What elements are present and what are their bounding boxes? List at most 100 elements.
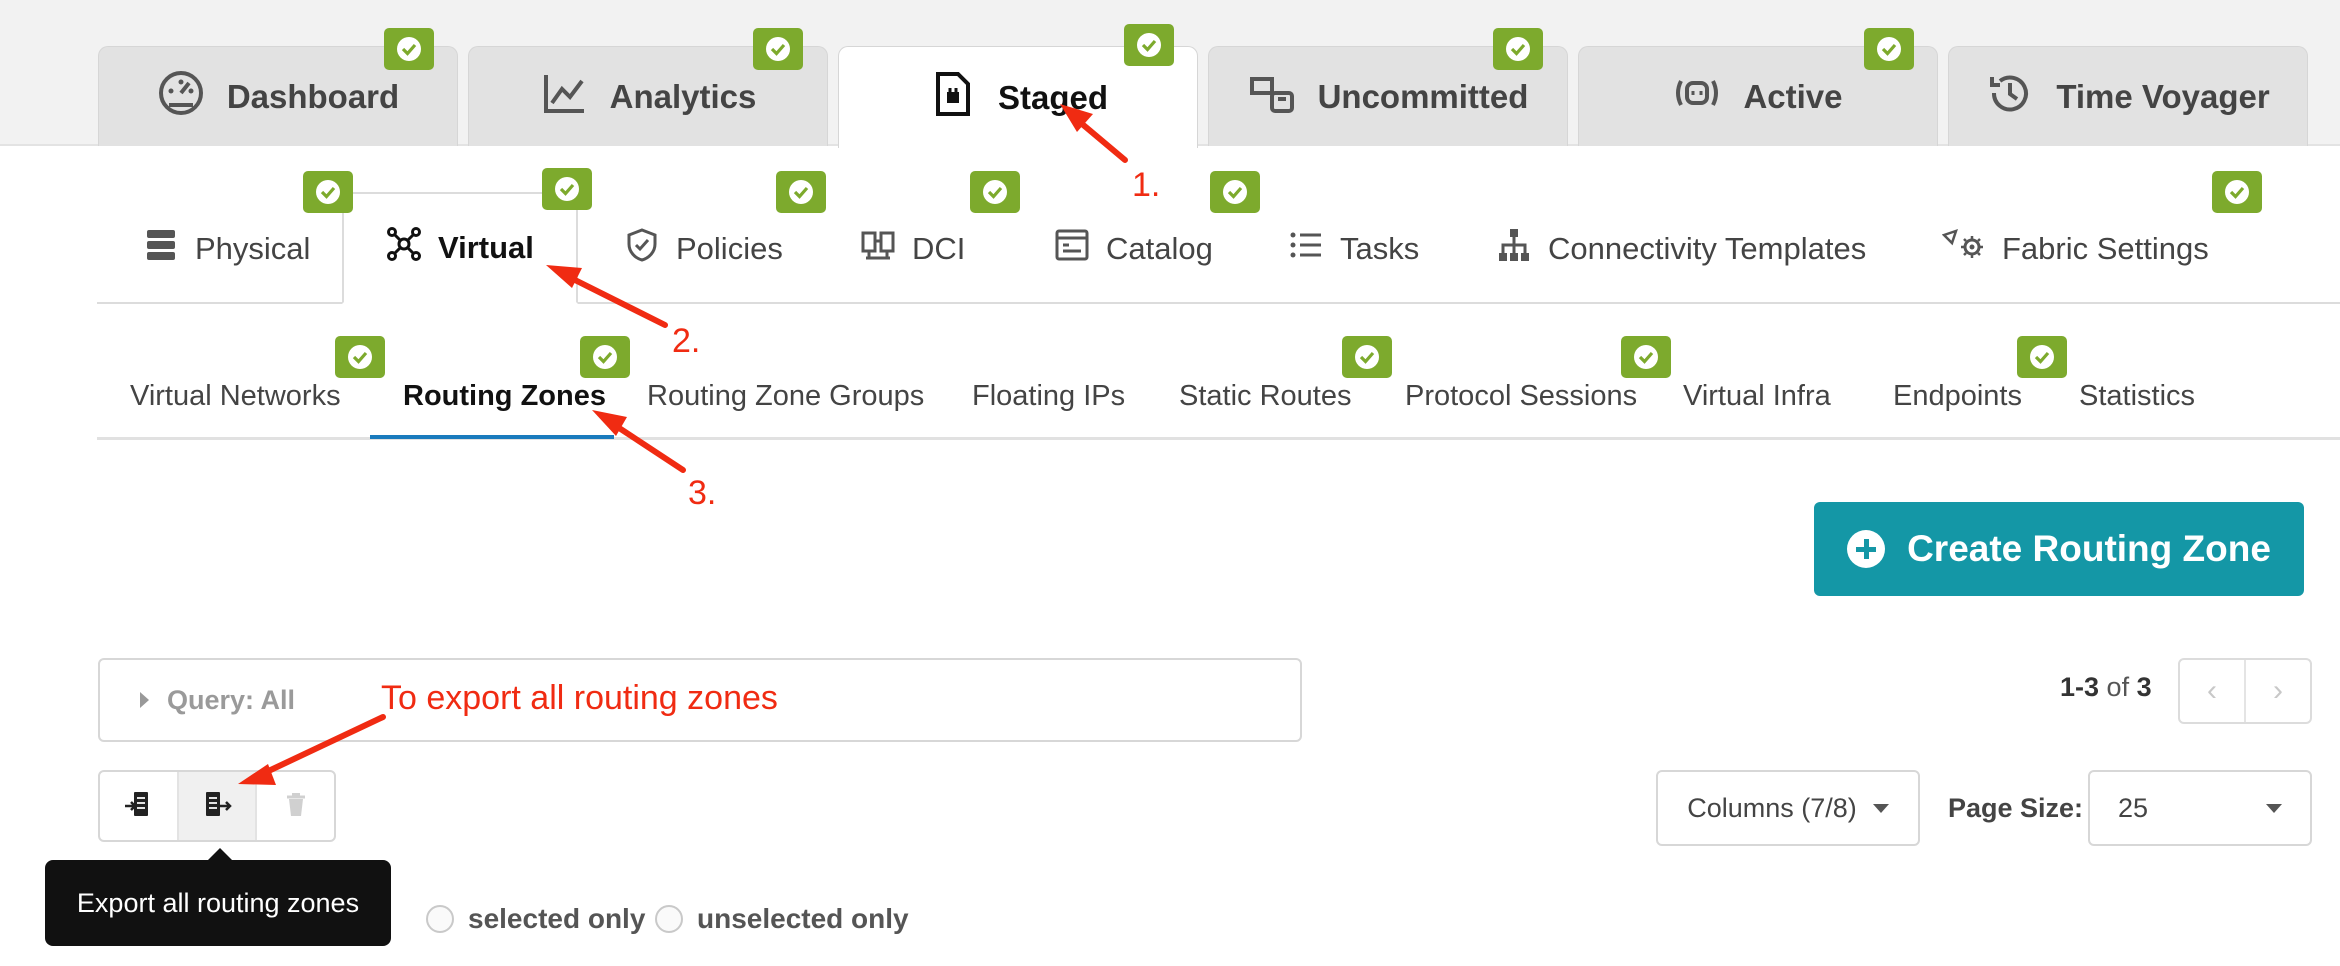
radio-circle <box>426 905 454 933</box>
dci-icon <box>860 227 896 271</box>
create-routing-zone-button[interactable]: Create Routing Zone <box>1814 502 2304 596</box>
tab-virtual-networks[interactable]: Virtual Networks <box>130 380 341 413</box>
previous-page-button[interactable]: ‹ <box>2180 660 2244 722</box>
active-broadcast-icon <box>1673 69 1721 125</box>
export-icon <box>202 789 232 824</box>
pagination-summary: 1-3 of 3 <box>2060 672 2152 703</box>
caret-down-icon <box>2266 803 2282 813</box>
history-icon <box>1986 69 2034 125</box>
tab-active-label: Active <box>1743 77 1843 115</box>
tooltip-text: Export all routing zones <box>76 887 360 918</box>
query-label: Query: All <box>167 684 296 715</box>
tab-statistics[interactable]: Statistics <box>2079 380 2195 413</box>
tab-policies[interactable]: Policies <box>624 194 783 304</box>
chevron-left-icon: ‹ <box>2207 674 2217 707</box>
tab-virtual[interactable]: Virtual <box>342 192 578 304</box>
tab-protocol-sessions[interactable]: Protocol Sessions <box>1405 380 1637 413</box>
tab-tasks-label: Tasks <box>1340 231 1420 266</box>
annotation-export-note: To export all routing zones <box>381 679 778 717</box>
check-badge-icon <box>542 168 592 210</box>
server-stack-icon <box>143 227 179 271</box>
columns-label: Columns (7/8) <box>1687 792 1857 823</box>
tab-dashboard-label: Dashboard <box>226 77 400 115</box>
tab-virtual-label: Virtual <box>438 230 534 265</box>
staged-file-icon <box>928 70 976 126</box>
app-page: Dashboard Analytics Staged Uncommitted A… <box>0 0 2340 966</box>
tab-physical-label: Physical <box>195 231 311 266</box>
import-icon <box>123 789 153 824</box>
tab-policies-label: Policies <box>676 231 783 266</box>
tab-static-routes[interactable]: Static Routes <box>1179 380 1351 413</box>
tab-fabric-settings[interactable]: Fabric Settings <box>1941 194 2209 304</box>
tab-tasks[interactable]: Tasks <box>1288 194 1419 304</box>
tab-virtual-infra[interactable]: Virtual Infra <box>1683 380 1831 413</box>
delete-button[interactable] <box>255 772 334 840</box>
plus-circle-icon <box>1847 530 1886 568</box>
fabric-gear-icon <box>1941 227 1986 271</box>
export-all-button[interactable] <box>176 772 256 840</box>
trash-icon <box>281 789 311 824</box>
network-nodes-icon <box>386 226 422 270</box>
list-icon <box>1288 227 1324 271</box>
tab-time-voyager-label: Time Voyager <box>2056 77 2270 115</box>
annotation-step-2: 2. <box>672 322 701 360</box>
check-badge-icon <box>1342 336 1392 378</box>
check-badge-icon <box>335 336 385 378</box>
pagination-total: 3 <box>2136 672 2152 702</box>
check-badge-icon <box>970 171 1020 213</box>
filter-unselected-only-label: unselected only <box>697 903 909 934</box>
shield-check-icon <box>624 227 660 271</box>
check-badge-icon <box>776 171 826 213</box>
active-tab-underline <box>370 435 614 439</box>
hierarchy-icon <box>1496 227 1532 271</box>
check-badge-icon <box>303 171 353 213</box>
tab-physical[interactable]: Physical <box>143 194 310 304</box>
columns-dropdown[interactable]: Columns (7/8) <box>1656 770 1920 846</box>
caret-down-icon <box>1872 803 1889 813</box>
page-size-label: Page Size: <box>1948 793 2084 823</box>
check-badge-icon <box>1621 336 1671 378</box>
tab-uncommitted-label: Uncommitted <box>1317 77 1529 115</box>
pagination-range: 1-3 <box>2060 672 2100 702</box>
pagination-controls: ‹ › <box>2178 658 2312 724</box>
check-badge-icon <box>2212 171 2262 213</box>
check-badge-icon <box>1124 24 1174 66</box>
filter-selected-only-radio[interactable]: selected only <box>426 903 645 935</box>
caret-right-icon <box>140 692 149 708</box>
annotation-step-1: 1. <box>1132 166 1161 204</box>
tab-connectivity-templates-label: Connectivity Templates <box>1548 231 1867 266</box>
next-page-button[interactable]: › <box>2244 660 2310 722</box>
line-chart-icon <box>540 69 588 125</box>
gauge-icon <box>157 69 205 125</box>
check-badge-icon <box>1210 171 1260 213</box>
table-action-toolbar <box>98 770 336 842</box>
create-routing-zone-label: Create Routing Zone <box>1907 528 2271 569</box>
page-size-select[interactable]: 25 <box>2088 770 2312 846</box>
check-badge-icon <box>1864 28 1914 70</box>
filter-selected-only-label: selected only <box>468 903 646 934</box>
check-badge-icon <box>753 28 803 70</box>
tab-floating-ips[interactable]: Floating IPs <box>972 380 1125 413</box>
tab-time-voyager[interactable]: Time Voyager <box>1948 46 2308 146</box>
export-tooltip: Export all routing zones <box>45 860 391 946</box>
check-badge-icon <box>580 336 630 378</box>
tab-staged-label: Staged <box>997 78 1109 116</box>
tab-endpoints[interactable]: Endpoints <box>1893 380 2022 413</box>
tab-connectivity-templates[interactable]: Connectivity Templates <box>1496 194 1866 304</box>
tab-catalog[interactable]: Catalog <box>1054 194 1213 304</box>
tab-catalog-label: Catalog <box>1106 231 1213 266</box>
uncommitted-icon <box>1248 69 1296 125</box>
pagination-of: of <box>2106 672 2130 702</box>
tab-dci-label: DCI <box>912 231 966 266</box>
tab-routing-zones[interactable]: Routing Zones <box>403 380 606 413</box>
check-badge-icon <box>384 28 434 70</box>
annotation-step-3: 3. <box>688 474 717 512</box>
page-size-value: 25 <box>2118 792 2149 823</box>
catalog-icon <box>1054 227 1090 271</box>
tab-routing-zone-groups[interactable]: Routing Zone Groups <box>647 380 924 413</box>
filter-unselected-only-radio[interactable]: unselected only <box>655 903 909 935</box>
tab-dci[interactable]: DCI <box>860 194 965 304</box>
radio-circle <box>655 905 683 933</box>
import-button[interactable] <box>100 772 177 840</box>
check-badge-icon <box>1493 28 1543 70</box>
